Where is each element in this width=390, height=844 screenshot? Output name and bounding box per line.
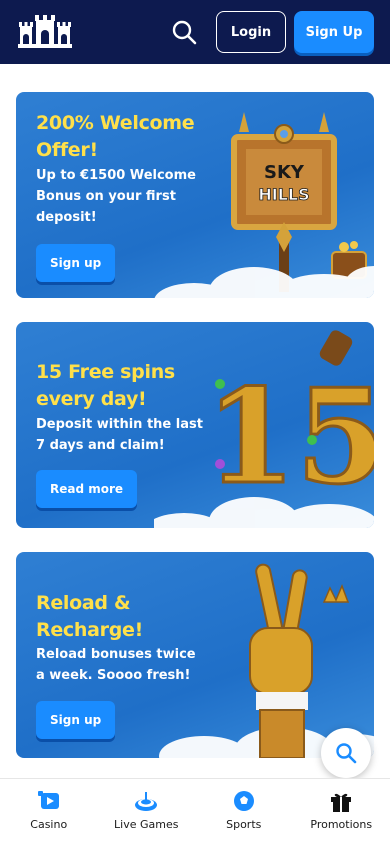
promo-signup-button[interactable]: Sign up [36, 244, 116, 282]
nav-item-casino[interactable]: Casino [0, 779, 98, 844]
signup-button[interactable]: Sign Up [294, 11, 374, 53]
nav-label: Sports [226, 818, 262, 831]
floating-search-button[interactable] [321, 728, 371, 778]
promo-card-free-spins[interactable]: 15 15 Free spins every day! Deposit with… [16, 322, 374, 528]
clouds-decoration [154, 497, 374, 528]
nav-label: Promotions [310, 818, 373, 831]
sports-icon [233, 791, 254, 811]
search-icon [336, 743, 357, 764]
header: Login Sign Up [0, 0, 390, 64]
promo-description: Up to €1500 Welcome Bonus on your first … [36, 168, 196, 225]
nav-item-promotions[interactable]: Promotions [293, 779, 390, 844]
nav-item-sports[interactable]: Sports [195, 779, 293, 844]
promo-description: Deposit within the last 7 days and claim… [36, 417, 203, 453]
search-icon [172, 20, 197, 45]
promo-title: Reload & Recharge! [36, 592, 143, 641]
promo-title: 200% Welcome Offer! [36, 112, 195, 161]
nav-label: Casino [30, 818, 68, 831]
bottom-navigation: Casino Live Games Sports Promotions [0, 778, 390, 844]
promo-signup-button[interactable]: Sign up [36, 701, 116, 739]
promo-title: 15 Free spins every day! [36, 361, 175, 410]
gift-icon [331, 793, 352, 812]
sign-text-sky: SKY [264, 162, 305, 183]
nav-label: Live Games [114, 818, 179, 831]
nav-item-live-games[interactable]: Live Games [98, 779, 196, 844]
live-games-icon [135, 792, 158, 811]
promo-read-more-button[interactable]: Read more [36, 470, 138, 508]
castle-logo-icon[interactable] [16, 12, 74, 52]
search-button[interactable] [164, 12, 204, 52]
casino-icon [37, 791, 59, 809]
promo-description: Reload bonuses twice a week. Soooo fresh… [36, 647, 196, 683]
clouds-decoration [154, 266, 374, 298]
promo-card-reload[interactable]: Reload & Recharge! Reload bonuses twice … [16, 552, 374, 758]
promo-card-welcome[interactable]: SKY HILLS 200% Welcome Offer! Up to €150… [16, 92, 374, 298]
login-button[interactable]: Login [216, 11, 286, 53]
sign-text-hills: HILLS [258, 185, 309, 204]
